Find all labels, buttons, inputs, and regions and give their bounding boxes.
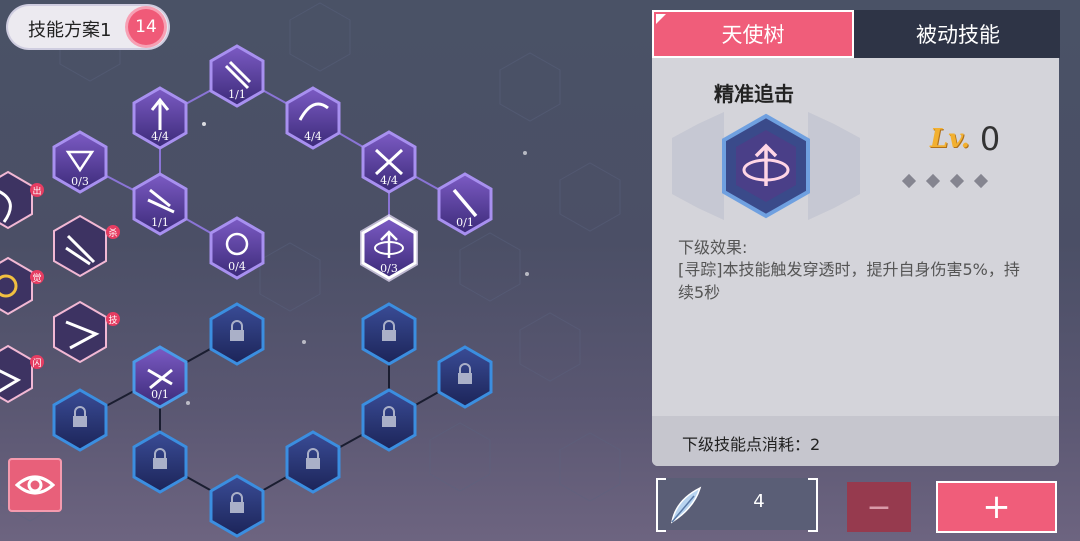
level-pip bbox=[949, 173, 965, 189]
node-3-count: 4/4 bbox=[304, 130, 322, 143]
node-4-count: 0/3 bbox=[71, 175, 89, 188]
node-2-count: 4/4 bbox=[151, 130, 169, 143]
tab-passive-skills[interactable]: 被动技能 bbox=[856, 10, 1060, 58]
skill-large-icon bbox=[672, 112, 860, 220]
tag-出: 出 bbox=[30, 183, 44, 197]
cost-text: 下级技能点消耗：2 bbox=[682, 435, 821, 454]
skill-node-7[interactable]: 0/1 bbox=[437, 172, 493, 236]
locked-node[interactable] bbox=[437, 345, 493, 409]
skill-node-8[interactable]: 0/4 bbox=[209, 216, 265, 280]
level-prefix: Lv. bbox=[930, 124, 970, 154]
locked-node[interactable] bbox=[52, 388, 108, 452]
decrease-level-button[interactable]: − bbox=[847, 482, 911, 532]
cost-bar: 下级技能点消耗：2 bbox=[652, 416, 1059, 466]
tag-技: 技 bbox=[106, 312, 120, 326]
locked-node[interactable] bbox=[132, 430, 188, 494]
level-pips bbox=[901, 173, 989, 189]
node-9-count: 0/3 bbox=[380, 262, 398, 275]
skill-node-1[interactable]: 1/1 bbox=[209, 44, 265, 108]
locked-node[interactable] bbox=[285, 430, 341, 494]
level-pip bbox=[901, 173, 917, 189]
effect-description: [寻踪]本技能触发穿透时，提升自身伤害5%，持续5秒 bbox=[678, 260, 1020, 302]
skill-node-4[interactable]: 0/3 bbox=[52, 130, 108, 194]
skill-detail-panel: 精准追击 Lv. 0 下级效果: [寻踪]本技能触发穿透时，提升自身伤害5%，持… bbox=[652, 58, 1059, 466]
locked-node[interactable] bbox=[209, 474, 265, 538]
level-pip bbox=[925, 173, 941, 189]
skill-level: Lv. 0 bbox=[930, 120, 1000, 158]
active-skill-hex-1[interactable] bbox=[0, 170, 33, 230]
skill-node-3[interactable]: 4/4 bbox=[285, 86, 341, 150]
increase-level-button[interactable]: + bbox=[936, 481, 1057, 533]
effect-title: 下级效果: bbox=[678, 238, 748, 257]
active-skill-hex-5[interactable] bbox=[0, 344, 33, 404]
skill-node-9-selected[interactable]: 0/3 bbox=[360, 214, 418, 282]
locked-node[interactable] bbox=[209, 302, 265, 366]
feather-icon bbox=[670, 486, 702, 524]
node-8-count: 0/4 bbox=[228, 260, 246, 273]
locked-node[interactable] bbox=[361, 302, 417, 366]
skill-item-slot: 4 bbox=[656, 478, 818, 532]
level-pip bbox=[973, 173, 989, 189]
skill-node-6[interactable]: 4/4 bbox=[361, 130, 417, 194]
skill-node-5[interactable]: 1/1 bbox=[132, 172, 188, 236]
node-6-count: 4/4 bbox=[380, 174, 398, 187]
skill-tabs: 天使树 被动技能 bbox=[652, 10, 1060, 58]
node-10-count: 0/1 bbox=[151, 388, 169, 401]
active-skill-hex-3[interactable] bbox=[0, 256, 33, 316]
node-5-count: 1/1 bbox=[151, 216, 169, 229]
node-1-count: 1/1 bbox=[228, 88, 246, 101]
skill-node-10[interactable]: 0/1 bbox=[132, 345, 188, 409]
locked-node[interactable] bbox=[361, 388, 417, 452]
level-value: 0 bbox=[979, 120, 1001, 158]
skill-tree: 1/1 4/4 4/4 0/3 1/1 4/4 0/1 0/4 0/3 0/1 bbox=[0, 44, 493, 538]
skill-name: 精准追击 bbox=[714, 82, 794, 106]
tag-觉: 觉 bbox=[30, 270, 44, 284]
node-7-count: 0/1 bbox=[456, 216, 474, 229]
tag-闪: 闪 bbox=[30, 355, 44, 369]
skill-node-2[interactable]: 4/4 bbox=[132, 86, 188, 150]
tab-angel-tree[interactable]: 天使树 bbox=[652, 10, 854, 58]
eye-icon bbox=[15, 475, 55, 495]
tag-杀: 杀 bbox=[106, 225, 120, 239]
toggle-view-button[interactable] bbox=[8, 458, 62, 512]
active-skill-hex-4[interactable] bbox=[53, 300, 107, 364]
item-count: 4 bbox=[753, 491, 765, 512]
active-skill-hex-2[interactable] bbox=[53, 214, 107, 278]
